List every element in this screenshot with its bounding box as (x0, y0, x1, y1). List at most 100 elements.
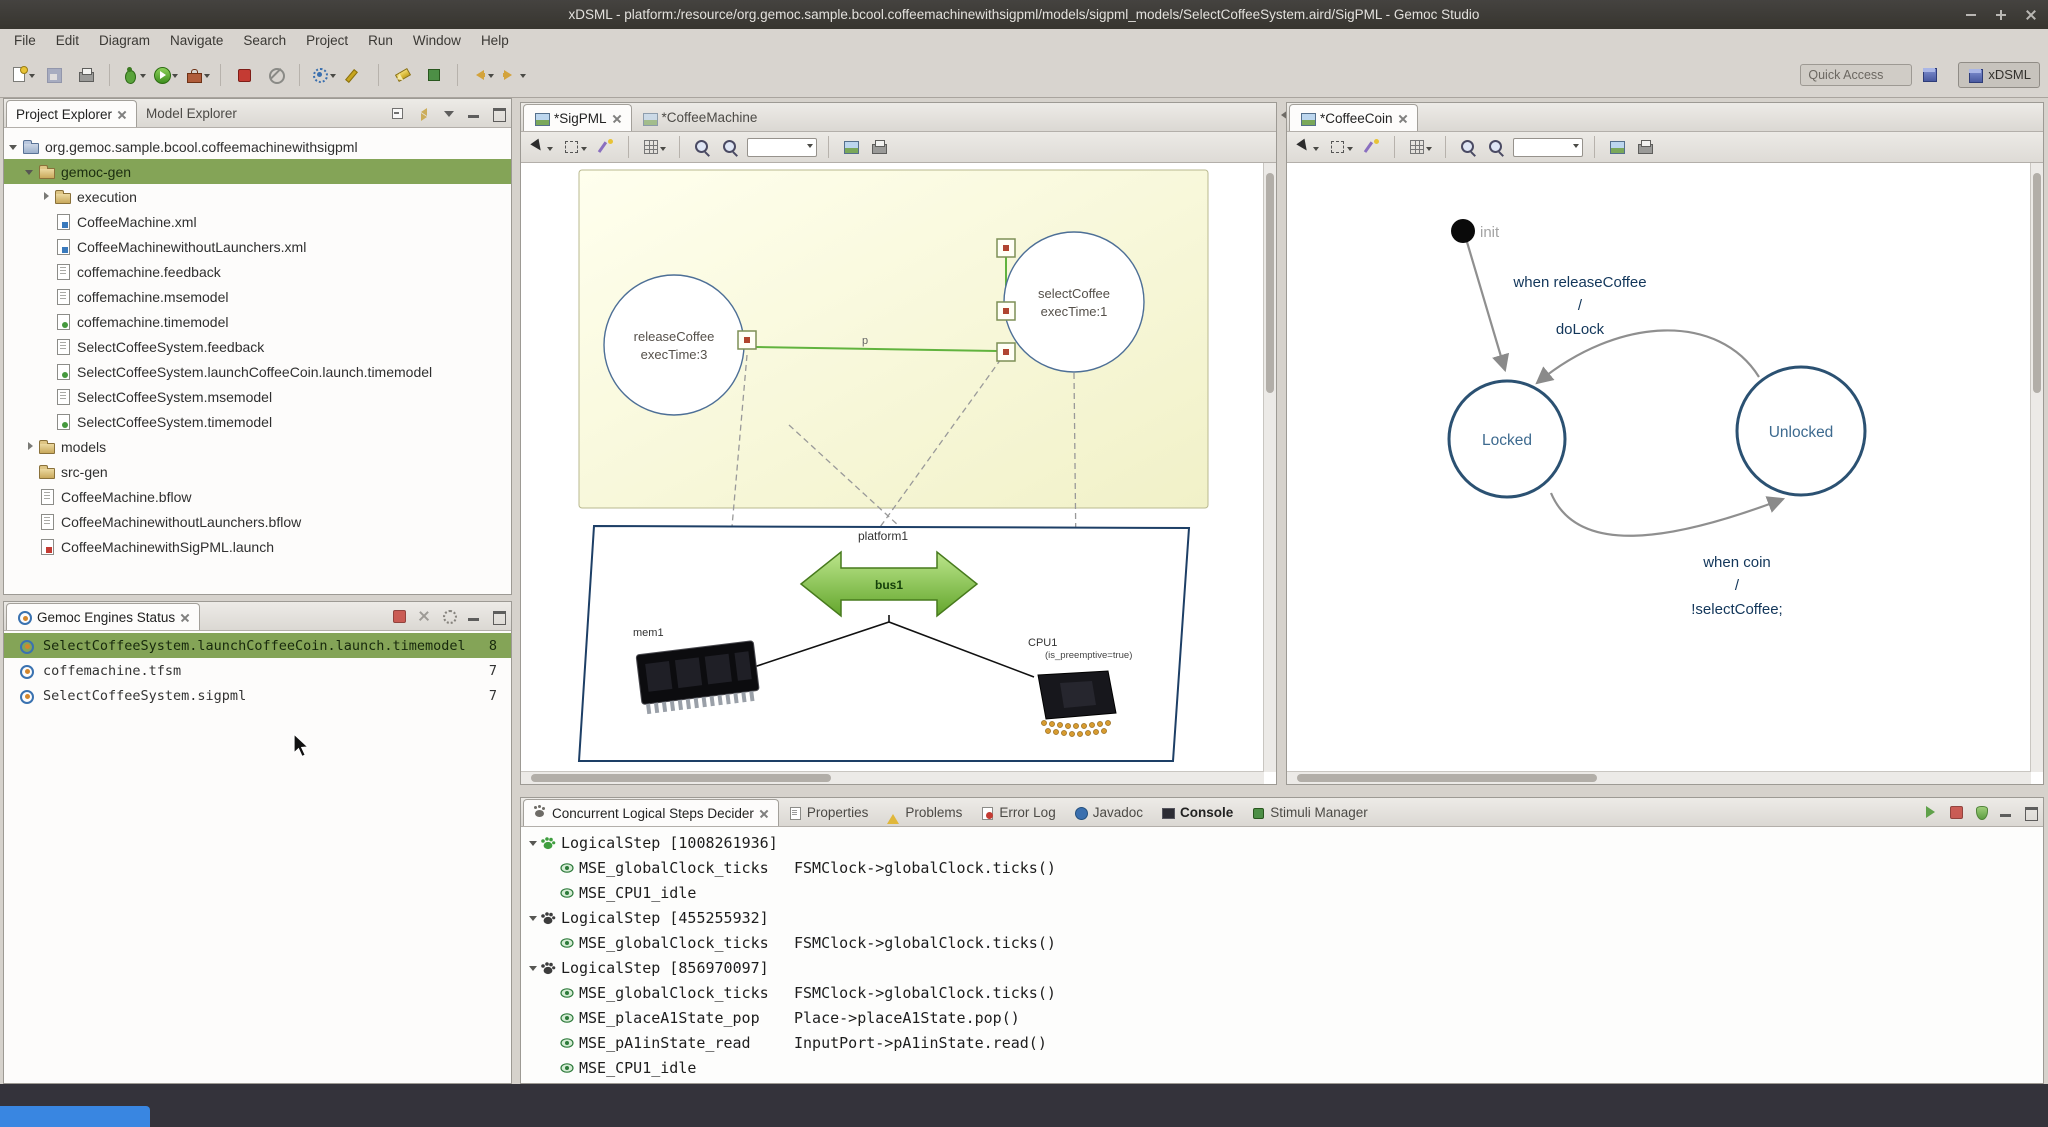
mse-row[interactable]: MSE_CPU1_idle (521, 880, 2043, 905)
dropdown-caret-icon[interactable] (488, 74, 494, 81)
new-wizard-button[interactable] (8, 62, 36, 88)
decider-shield-icon[interactable] (1973, 804, 1989, 820)
transition-label-coin[interactable]: when coin / !selectCoffee; (1691, 554, 1782, 618)
print-diagram-button[interactable] (868, 136, 890, 158)
engine-options-icon[interactable] (441, 608, 457, 624)
close-icon[interactable] (1398, 113, 1408, 123)
zoom-level-combo[interactable] (1513, 138, 1583, 157)
dropdown-caret-icon[interactable] (581, 147, 587, 154)
expander-icon[interactable] (24, 441, 36, 453)
search-button[interactable] (388, 62, 416, 88)
dropdown-caret-icon[interactable] (140, 74, 146, 81)
actor-selectcoffee[interactable] (1004, 232, 1144, 372)
menu-window[interactable]: Window (403, 31, 471, 50)
dropdown-caret-icon[interactable] (1313, 147, 1319, 154)
cpu-label[interactable]: CPU1 (1028, 637, 1057, 649)
arrange-button[interactable] (640, 136, 668, 158)
dispose-engine-icon[interactable] (416, 608, 432, 624)
close-icon[interactable] (612, 113, 622, 123)
tree-item-coffemachine-timemodel[interactable]: coffemachine.timemodel (4, 309, 511, 334)
menu-file[interactable]: File (4, 31, 46, 50)
dropdown-caret-icon[interactable] (807, 144, 813, 151)
dropdown-caret-icon[interactable] (1347, 147, 1353, 154)
menu-search[interactable]: Search (233, 31, 296, 50)
stop-process-button[interactable] (230, 62, 258, 88)
mse-row[interactable]: MSE_globalClock_ticks FSMClock->globalCl… (521, 980, 2043, 1005)
select-tool-button[interactable] (1293, 136, 1321, 158)
dropdown-caret-icon[interactable] (204, 74, 210, 81)
sigpml-canvas[interactable]: platform1 bus1 mem1 (521, 163, 1276, 784)
dropdown-caret-icon[interactable] (1573, 144, 1579, 151)
tree-item-coffemachine-feedback[interactable]: coffemachine.feedback (4, 259, 511, 284)
layout-wand-button[interactable] (1361, 136, 1383, 158)
actor-name[interactable]: selectCoffee (1038, 286, 1110, 301)
dropdown-caret-icon[interactable] (547, 147, 553, 154)
tree-item-coffeemachinewithoutlaunchers-bflow[interactable]: CoffeeMachinewithoutLaunchers.bflow (4, 509, 511, 534)
tab-properties[interactable]: Properties (779, 799, 878, 826)
tab-javadoc[interactable]: Javadoc (1065, 799, 1152, 826)
tree-item-launchcoffeecoin-timemodel[interactable]: SelectCoffeeSystem.launchCoffeeCoin.laun… (4, 359, 511, 384)
maximize-icon[interactable] (2023, 804, 2039, 820)
print-diagram-button[interactable] (1634, 136, 1656, 158)
minimize-icon[interactable] (466, 608, 482, 624)
close-icon[interactable] (180, 612, 190, 622)
tab-concurrent-logical-steps-decider[interactable]: Concurrent Logical Steps Decider (523, 799, 779, 826)
mse-row[interactable]: MSE_placeA1State_pop Place->placeA1State… (521, 1005, 2043, 1030)
vertical-scrollbar[interactable] (1263, 163, 1276, 772)
tree-item-selectcoffeesystem-feedback[interactable]: SelectCoffeeSystem.feedback (4, 334, 511, 359)
menu-navigate[interactable]: Navigate (160, 31, 233, 50)
transition-unlocked-to-locked[interactable] (1537, 330, 1759, 383)
dropdown-caret-icon[interactable] (660, 147, 666, 154)
engine-row[interactable]: SelectCoffeeSystem.launchCoffeeCoin.laun… (4, 633, 511, 658)
platform-node[interactable] (579, 526, 1189, 761)
close-icon[interactable] (117, 109, 127, 119)
zoom-out-button[interactable] (1485, 136, 1507, 158)
expander-icon[interactable] (24, 166, 36, 178)
expander-icon[interactable] (528, 912, 540, 924)
marquee-zoom-button[interactable] (1327, 136, 1355, 158)
external-tools-button[interactable] (183, 62, 211, 88)
tab-sigpml[interactable]: *SigPML (523, 104, 632, 131)
tab-model-explorer[interactable]: Model Explorer (137, 100, 246, 127)
maximize-icon[interactable] (491, 105, 507, 121)
run-decider-icon[interactable] (1923, 804, 1939, 820)
state-unlocked-label[interactable]: Unlocked (1769, 424, 1834, 441)
zoom-in-button[interactable] (1457, 136, 1479, 158)
expander-icon[interactable] (40, 191, 52, 203)
state-locked-label[interactable]: Locked (1482, 432, 1532, 449)
expander-icon[interactable] (528, 837, 540, 849)
tab-problems[interactable]: Problems (877, 799, 971, 826)
export-image-button[interactable] (840, 136, 862, 158)
gemoc-engine-button[interactable] (309, 62, 337, 88)
run-button[interactable] (151, 62, 179, 88)
horizontal-scrollbar[interactable] (1287, 771, 2031, 784)
debug-button[interactable] (119, 62, 147, 88)
tree-item-coffeemachine-bflow[interactable]: CoffeeMachine.bflow (4, 484, 511, 509)
transition-init-to-locked[interactable] (1467, 242, 1505, 370)
menu-edit[interactable]: Edit (46, 31, 89, 50)
forward-button[interactable] (499, 62, 527, 88)
editor-sash[interactable] (1277, 102, 1286, 785)
logical-step-row[interactable]: LogicalStep [856970097] (521, 955, 2043, 980)
minimize-icon[interactable] (1998, 804, 2014, 820)
link-with-editor-icon[interactable] (416, 105, 432, 121)
window-minimize-icon[interactable] (1964, 8, 1978, 22)
tree-item-coffeemachinewithsigpml-launch[interactable]: CoffeeMachinewithSigPML.launch (4, 534, 511, 559)
close-icon[interactable] (759, 808, 769, 818)
transition-label-release[interactable]: when releaseCoffee / doLock (1512, 274, 1646, 338)
tab-project-explorer[interactable]: Project Explorer (6, 100, 137, 127)
arrange-button[interactable] (1406, 136, 1434, 158)
expander-icon[interactable] (8, 141, 20, 153)
layout-wand-button[interactable] (595, 136, 617, 158)
minimize-icon[interactable] (466, 105, 482, 121)
tab-gemoc-engines-status[interactable]: Gemoc Engines Status (6, 603, 200, 630)
tree-item-gemoc-gen[interactable]: gemoc-gen (4, 159, 511, 184)
transition-locked-to-unlocked[interactable] (1551, 493, 1783, 536)
window-close-icon[interactable] (2024, 8, 2038, 22)
zoom-in-button[interactable] (691, 136, 713, 158)
switch-decider-button[interactable] (341, 62, 369, 88)
dropdown-caret-icon[interactable] (29, 74, 35, 81)
engine-row[interactable]: coffemachine.tfsm7 (4, 658, 511, 683)
mse-row[interactable]: MSE_globalClock_ticks FSMClock->globalCl… (521, 855, 2043, 880)
mse-row[interactable]: MSE_globalClock_ticks FSMClock->globalCl… (521, 930, 2043, 955)
